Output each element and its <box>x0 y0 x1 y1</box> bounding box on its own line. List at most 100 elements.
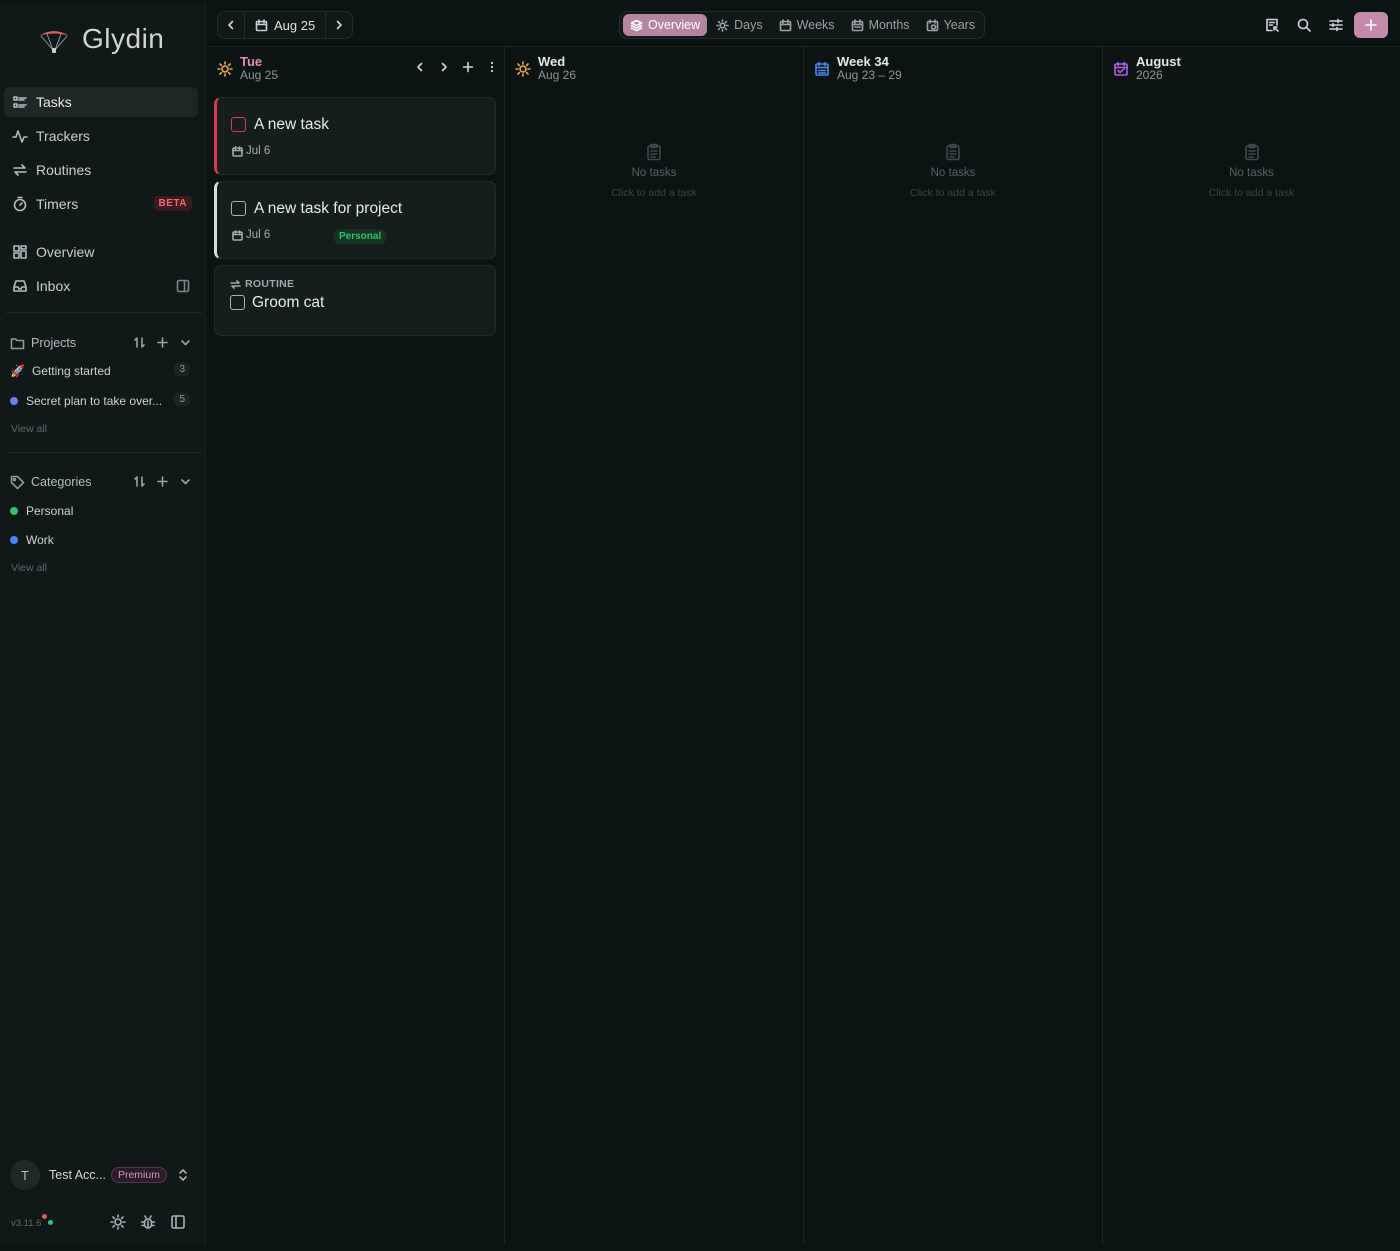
task-checkbox[interactable] <box>230 295 245 310</box>
tab-overview[interactable]: Overview <box>623 14 708 36</box>
tab-months[interactable]: Months <box>844 14 917 36</box>
nav-label: Routines <box>36 162 92 178</box>
panel-toggle-icon[interactable] <box>176 279 190 293</box>
column-title: Tue <box>240 54 263 69</box>
next-date-button[interactable] <box>326 12 352 38</box>
task-due-date: Jul 6 <box>232 229 270 241</box>
chevron-left-icon[interactable] <box>414 61 426 73</box>
calendar-icon <box>232 145 243 157</box>
due-date-text: Jul 6 <box>246 229 271 241</box>
empty-state[interactable]: No tasks Click to add a task <box>505 143 803 199</box>
empty-title: No tasks <box>930 167 976 179</box>
sun-icon[interactable] <box>110 1214 126 1230</box>
sidebar-toggle-icon[interactable] <box>170 1214 186 1230</box>
rocket-icon: 🚀 <box>10 364 25 378</box>
add-task-button[interactable] <box>1354 12 1388 38</box>
empty-state[interactable]: No tasks Click to add a task <box>804 143 1102 199</box>
project-count: 3 <box>174 363 190 376</box>
plus-icon[interactable] <box>462 61 474 73</box>
quick-note-button[interactable] <box>1256 12 1288 38</box>
calendar-week-icon <box>814 61 830 77</box>
date-picker-button[interactable]: Aug 25 <box>244 12 327 38</box>
timer-icon <box>12 196 28 212</box>
view-switcher: Overview Days Weeks Months Years <box>619 11 985 39</box>
column-header: Tue Aug 25 <box>217 55 278 85</box>
empty-hint: Click to add a task <box>611 187 697 199</box>
project-label: Getting started <box>31 364 111 378</box>
week-column[interactable]: Week 34 Aug 23 – 29 No tasks Click to ad… <box>804 47 1103 1245</box>
column-subtitle: 2026 <box>1136 68 1163 82</box>
plus-icon[interactable] <box>156 336 169 349</box>
task-card[interactable]: A new task Jul 6 <box>214 97 496 175</box>
bug-icon[interactable] <box>140 1214 156 1230</box>
empty-state[interactable]: No tasks Click to add a task <box>1103 143 1400 199</box>
column-subtitle: Aug 26 <box>538 68 577 82</box>
sort-icon[interactable] <box>133 475 146 488</box>
tab-years[interactable]: Years <box>919 14 983 36</box>
category-item[interactable]: Personal <box>10 500 192 522</box>
app-name: Glydin <box>82 23 165 54</box>
day-column-wed[interactable]: Wed Aug 26 No tasks Click to add a task <box>505 47 804 1245</box>
month-column[interactable]: August 2026 No tasks Click to add a task <box>1103 47 1400 1245</box>
nav-item-trackers[interactable]: Trackers <box>4 121 198 151</box>
account-switcher[interactable]: T Test Acc... Premium <box>10 1159 196 1191</box>
categories-actions <box>133 475 192 488</box>
more-vertical-icon[interactable] <box>486 61 498 73</box>
search-button[interactable] <box>1288 12 1320 38</box>
task-checkbox[interactable] <box>231 117 246 132</box>
main-nav: Tasks Trackers Routines Timers BETA Over… <box>4 87 198 305</box>
repeat-icon <box>230 279 241 290</box>
nav-item-routines[interactable]: Routines <box>4 155 198 185</box>
chevron-left-icon <box>225 19 237 31</box>
previous-date-button[interactable] <box>218 12 244 38</box>
project-item[interactable]: Secret plan to take over... 5 <box>10 390 192 412</box>
task-title: A new task for project <box>254 200 403 217</box>
list-check-icon <box>12 94 28 110</box>
category-item[interactable]: Work <box>10 529 192 551</box>
tab-weeks[interactable]: Weeks <box>772 14 842 36</box>
routine-card[interactable]: ROUTINE Groom cat <box>214 265 496 336</box>
sun-icon <box>217 61 233 77</box>
sort-icon[interactable] <box>133 336 146 349</box>
categories-view-all-link[interactable]: View all <box>11 562 47 574</box>
task-card[interactable]: A new task for project Jul 6 Personal <box>214 181 496 259</box>
nav-item-inbox[interactable]: Inbox <box>4 271 198 301</box>
categories-header[interactable]: Categories <box>10 472 196 492</box>
grid-icon <box>12 244 28 260</box>
project-item[interactable]: 🚀 Getting started 3 <box>10 360 192 382</box>
routine-label: ROUTINE <box>230 278 294 290</box>
task-checkbox[interactable] <box>231 201 246 216</box>
calendar-icon <box>255 18 268 32</box>
tab-days[interactable]: Days <box>709 14 769 36</box>
empty-hint: Click to add a task <box>910 187 996 199</box>
chevrons-up-down-icon <box>176 1167 190 1183</box>
day-column-tue[interactable]: Tue Aug 25 A new task Jul 6 A new task f… <box>207 47 505 1245</box>
nav-item-tasks[interactable]: Tasks <box>4 87 198 117</box>
beta-badge: BETA <box>153 196 192 211</box>
tab-label: Weeks <box>796 18 835 32</box>
column-subtitle: Aug 25 <box>240 68 279 82</box>
projects-header[interactable]: Projects <box>10 333 196 353</box>
filter-settings-button[interactable] <box>1320 12 1352 38</box>
nav-item-timers[interactable]: Timers BETA <box>4 189 198 219</box>
chevron-down-icon[interactable] <box>179 475 192 488</box>
chevron-right-icon <box>333 19 345 31</box>
note-edit-icon <box>1264 17 1280 33</box>
nav-label: Timers <box>36 196 79 212</box>
category-label: Work <box>26 533 54 547</box>
tab-label: Overview <box>648 18 701 32</box>
tag-icon <box>10 475 25 490</box>
clipboard-icon <box>944 143 962 161</box>
chevron-right-icon[interactable] <box>438 61 450 73</box>
chevron-down-icon[interactable] <box>179 336 192 349</box>
folder-icon <box>10 336 25 351</box>
divider <box>6 312 202 313</box>
projects-view-all-link[interactable]: View all <box>11 423 47 435</box>
activity-icon <box>12 128 28 144</box>
sun-icon <box>515 61 531 77</box>
app-logo[interactable]: Glydin <box>36 23 164 55</box>
plus-icon[interactable] <box>156 475 169 488</box>
nav-label: Tasks <box>36 94 72 110</box>
nav-item-overview[interactable]: Overview <box>4 237 198 267</box>
clipboard-icon <box>645 143 663 161</box>
